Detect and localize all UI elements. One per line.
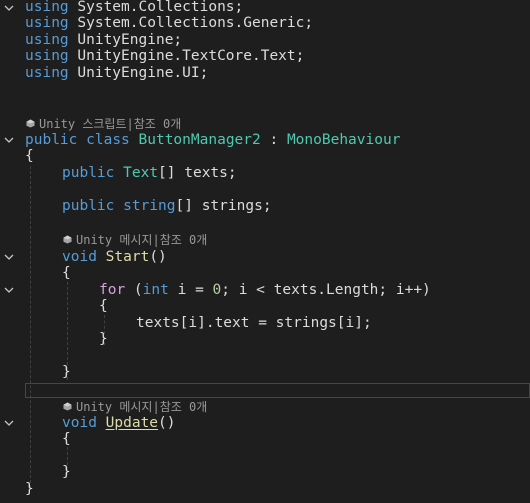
fold-chevron-icon[interactable] xyxy=(4,286,14,294)
void-keyword: void xyxy=(62,415,97,431)
using-line: using UnityEngine.TextCore.Text; xyxy=(25,48,304,65)
namespace: UnityEngine.UI; xyxy=(77,65,209,81)
assignment-statement: texts[i].text = strings[i]; xyxy=(136,315,372,332)
number-literal: 0 xyxy=(212,282,222,298)
namespace: UnityEngine; xyxy=(77,32,183,48)
codelens-text[interactable]: Unity 메시지|참조 0개 xyxy=(76,400,207,414)
int-keyword: int xyxy=(142,282,169,298)
fold-chevron-icon[interactable] xyxy=(4,4,14,12)
codelens-update[interactable]: Unity 메시지|참조 0개 xyxy=(63,399,207,416)
brace: { xyxy=(62,265,71,281)
type-name: string xyxy=(123,198,176,214)
using-keyword: using xyxy=(25,0,69,15)
using-line: using UnityEngine.UI; xyxy=(25,65,208,82)
brace: { xyxy=(25,148,34,164)
update-method-signature: void Update() xyxy=(62,415,176,432)
codelens-class[interactable]: Unity 스크립트|참조 0개 xyxy=(26,116,181,133)
fold-chevron-icon[interactable] xyxy=(4,136,14,144)
field-name: [] strings; xyxy=(175,198,272,214)
method-name: Start xyxy=(105,249,150,265)
assignment-text: texts[i].text = strings[i]; xyxy=(136,315,372,331)
using-line: using System.Collections; xyxy=(25,0,243,16)
void-keyword: void xyxy=(62,249,97,265)
class-declaration: public class ButtonManager2 : MonoBehavi… xyxy=(25,132,400,149)
namespace: UnityEngine.TextCore.Text; xyxy=(77,48,305,64)
field-strings: public string[] strings; xyxy=(62,198,272,215)
parens: () xyxy=(158,415,176,431)
fold-chevron-icon[interactable] xyxy=(4,419,14,427)
parens: () xyxy=(149,249,167,265)
base-class: MonoBehaviour xyxy=(286,132,401,148)
brace: } xyxy=(25,481,34,497)
namespace: System.Collections.Generic; xyxy=(77,15,314,31)
close-brace: } xyxy=(99,331,108,348)
brace: } xyxy=(62,364,71,380)
public-keyword: public xyxy=(62,198,115,214)
class-name: ButtonManager2 xyxy=(138,132,261,148)
field-texts: public Text[] texts; xyxy=(62,165,237,182)
using-keyword: using xyxy=(25,65,69,81)
brace: { xyxy=(62,431,71,447)
class-keyword: class xyxy=(86,132,130,148)
brace: { xyxy=(99,298,108,314)
close-brace: } xyxy=(62,364,71,381)
using-line: using UnityEngine; xyxy=(25,32,182,49)
start-method-signature: void Start() xyxy=(62,249,167,266)
namespace: System.Collections; xyxy=(77,0,244,15)
fold-chevron-icon[interactable] xyxy=(4,253,14,261)
for-keyword: for xyxy=(99,282,126,298)
unity-cube-icon xyxy=(63,235,72,244)
codelens-start[interactable]: Unity 메시지|참조 0개 xyxy=(63,232,207,249)
unity-cube-icon xyxy=(26,119,35,128)
using-line: using System.Collections.Generic; xyxy=(25,15,313,32)
loop-condition: ; i < texts.Length; i++) xyxy=(221,282,431,298)
unity-cube-icon xyxy=(63,402,72,411)
code-editor[interactable]: using System.Collections; using System.C… xyxy=(0,0,530,503)
brace: } xyxy=(62,464,71,480)
field-name: [] texts; xyxy=(158,165,237,181)
open-brace: { xyxy=(25,148,34,165)
brace: } xyxy=(99,331,108,347)
indent-guide xyxy=(30,166,31,488)
current-line-highlight xyxy=(25,383,530,398)
codelens-text[interactable]: Unity 스크립트|참조 0개 xyxy=(39,117,181,131)
method-name: Update xyxy=(105,415,159,431)
close-brace: } xyxy=(62,464,71,481)
open-brace: { xyxy=(99,298,108,315)
open-brace: { xyxy=(62,431,71,448)
paren: ( xyxy=(125,282,143,298)
codelens-text[interactable]: Unity 메시지|참조 0개 xyxy=(76,233,207,247)
using-keyword: using xyxy=(25,32,69,48)
public-keyword: public xyxy=(25,132,78,148)
public-keyword: public xyxy=(62,165,115,181)
using-keyword: using xyxy=(25,48,69,64)
loop-init: i = xyxy=(168,282,213,298)
open-brace: { xyxy=(62,265,71,282)
using-keyword: using xyxy=(25,15,69,31)
colon: : xyxy=(260,132,287,148)
for-statement: for (int i = 0; i < texts.Length; i++) xyxy=(99,282,431,299)
type-name: Text xyxy=(123,165,159,181)
close-brace: } xyxy=(25,481,34,498)
